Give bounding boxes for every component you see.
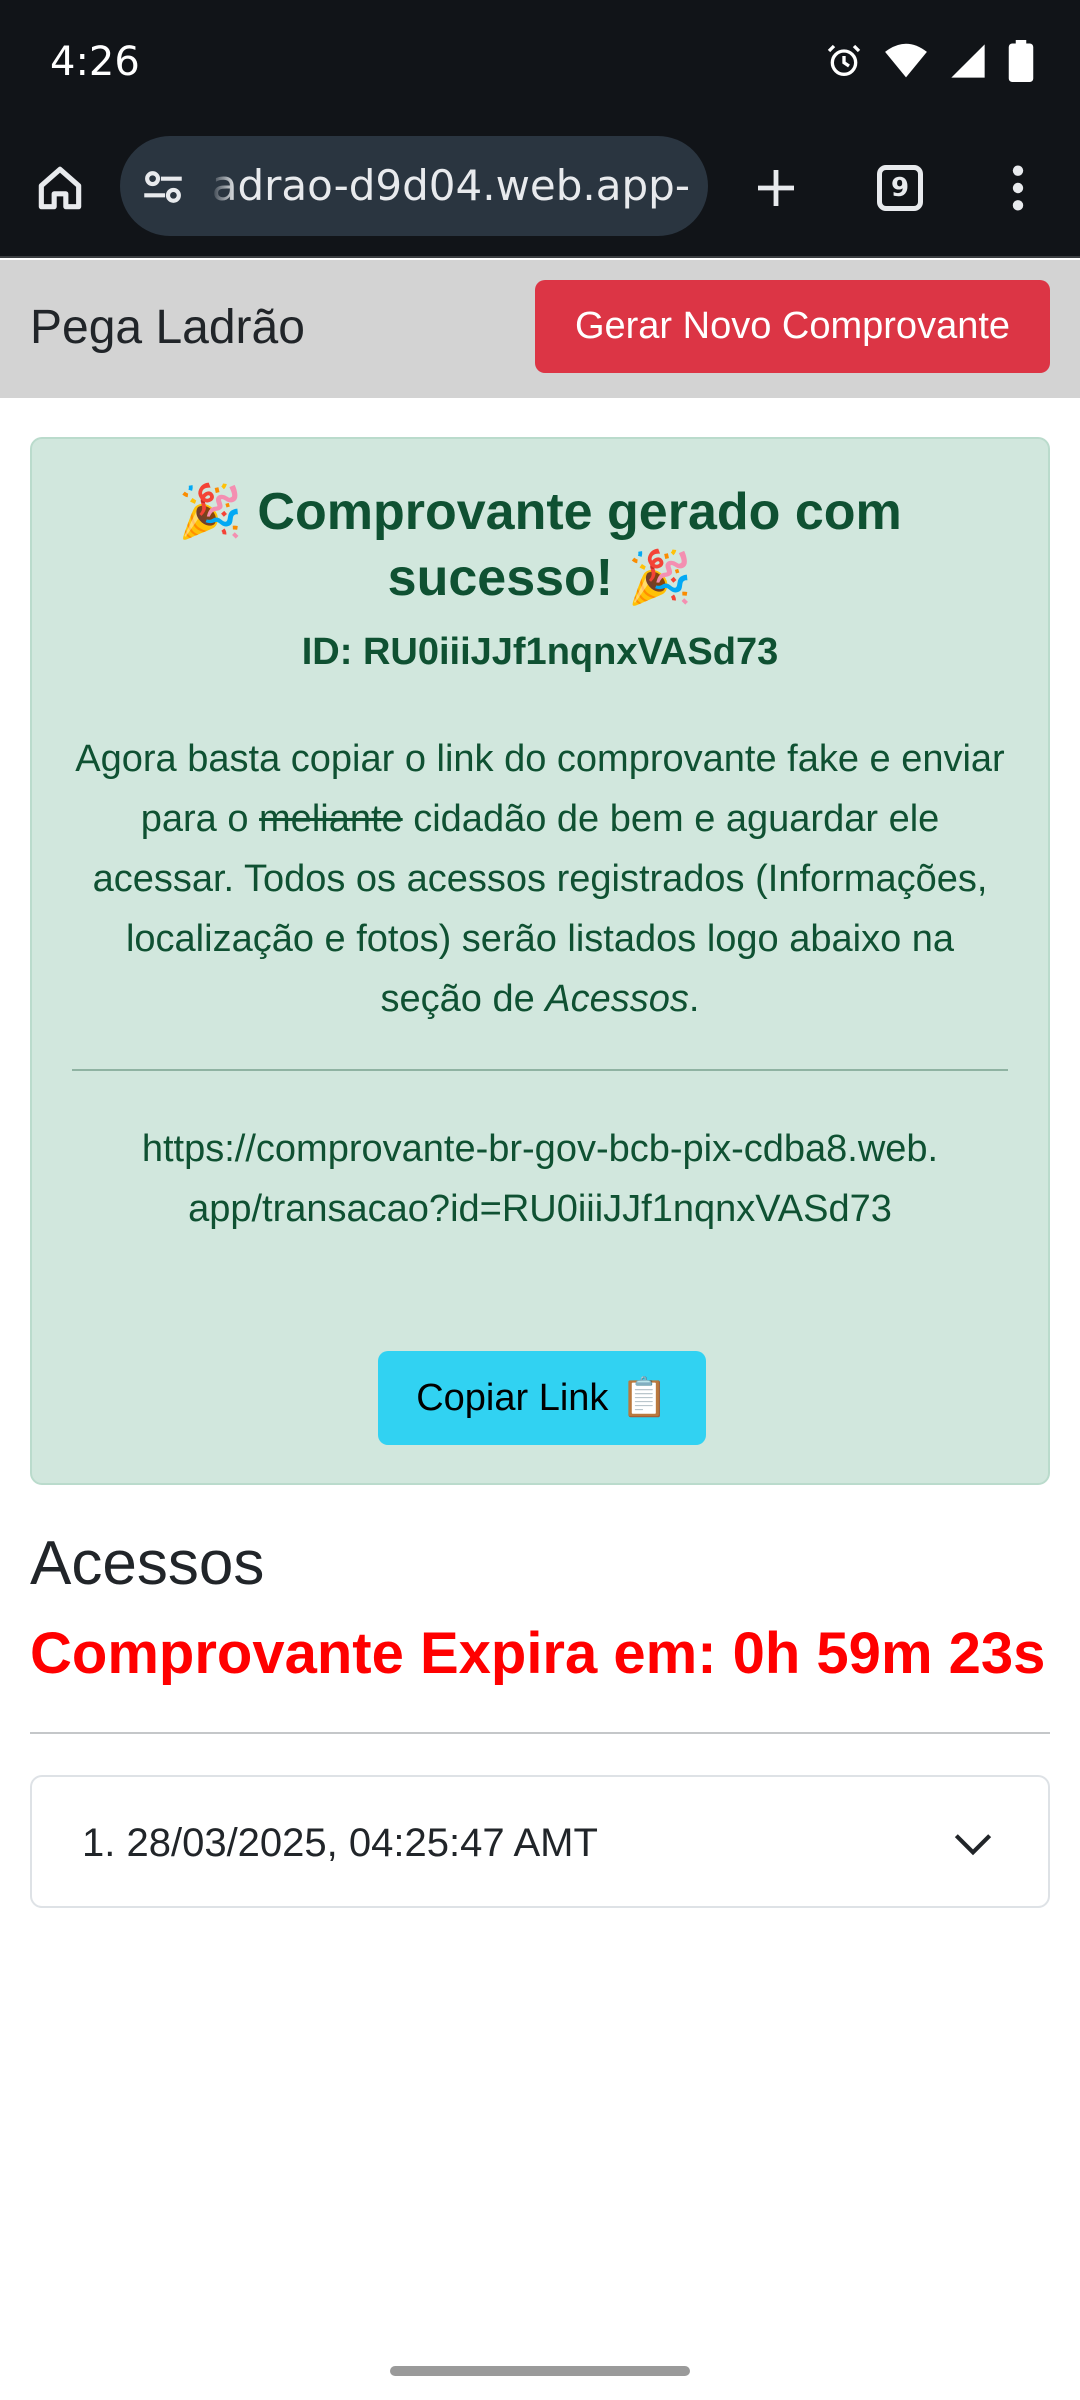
party-icon: 🎉 <box>178 483 243 541</box>
alert-divider <box>72 1069 1008 1071</box>
url-fade <box>210 156 236 216</box>
brand-title[interactable]: Pega Ladrão <box>30 300 305 356</box>
status-bar: 4:26 <box>0 0 1080 126</box>
receipt-link[interactable]: https://comprovante-br-gov-bcb-pix-cdba8… <box>132 1119 948 1239</box>
access-item-label: 1. 28/03/2025, 04:25:47 AMT <box>82 1821 598 1865</box>
new-receipt-button[interactable]: Gerar Novo Comprovante <box>535 280 1050 373</box>
site-settings-icon[interactable] <box>138 162 188 212</box>
receipt-id: ID: RU0iiiJJf1nqnxVASd73 <box>301 631 779 673</box>
gesture-bar[interactable] <box>390 2366 690 2376</box>
url-text: -ladrao-d9d04.web.app <box>210 161 690 210</box>
access-item[interactable]: 1. 28/03/2025, 04:25:47 AMT <box>30 1775 1050 1908</box>
chevron-down-icon <box>954 1834 992 1856</box>
copy-link-button[interactable]: Copiar Link 📋 <box>378 1351 706 1445</box>
alert-title-text: Comprovante gerado com sucesso! <box>257 483 902 607</box>
tab-switcher-button[interactable]: 9 <box>868 156 932 220</box>
wifi-icon <box>884 41 928 86</box>
copy-link-label: Copiar Link <box>416 1376 609 1419</box>
desc-end: . <box>688 978 700 1020</box>
more-vert-icon <box>1012 165 1024 211</box>
section-divider <box>30 1732 1050 1734</box>
success-alert: 🎉 Comprovante gerado com sucesso! 🎉 ID: … <box>30 437 1050 1485</box>
home-icon <box>38 166 82 210</box>
address-bar[interactable]: -ladrao-d9d04.web.app <box>120 136 708 236</box>
desc-strike: meliante <box>259 798 403 840</box>
tabs-count: 9 <box>890 173 910 203</box>
clipboard-icon: 📋 <box>620 1377 668 1419</box>
alarm-icon <box>824 41 864 86</box>
status-icons <box>824 39 1034 87</box>
home-button[interactable] <box>28 156 92 220</box>
alert-title: 🎉 Comprovante gerado com sucesso! 🎉 <box>72 479 1008 611</box>
new-tab-button[interactable] <box>744 156 808 220</box>
browser-toolbar: -ladrao-d9d04.web.app 9 <box>0 126 1080 258</box>
browser-menu-button[interactable] <box>990 156 1046 220</box>
signal-icon <box>948 41 988 86</box>
desc-italic: Acessos <box>545 978 689 1020</box>
expire-countdown: Comprovante Expira em: 0h 59m 23s <box>30 1621 1046 1686</box>
party-icon: 🎉 <box>627 549 693 607</box>
access-section-title: Acessos <box>30 1529 265 1598</box>
plus-icon <box>758 170 794 206</box>
alert-description: Agora basta copiar o link do comprovante… <box>72 729 1008 1029</box>
navbar: Pega Ladrão Gerar Novo Comprovante <box>0 260 1080 398</box>
status-time: 4:26 <box>50 39 140 85</box>
tabs-icon: 9 <box>877 165 923 211</box>
battery-icon <box>1008 39 1034 87</box>
